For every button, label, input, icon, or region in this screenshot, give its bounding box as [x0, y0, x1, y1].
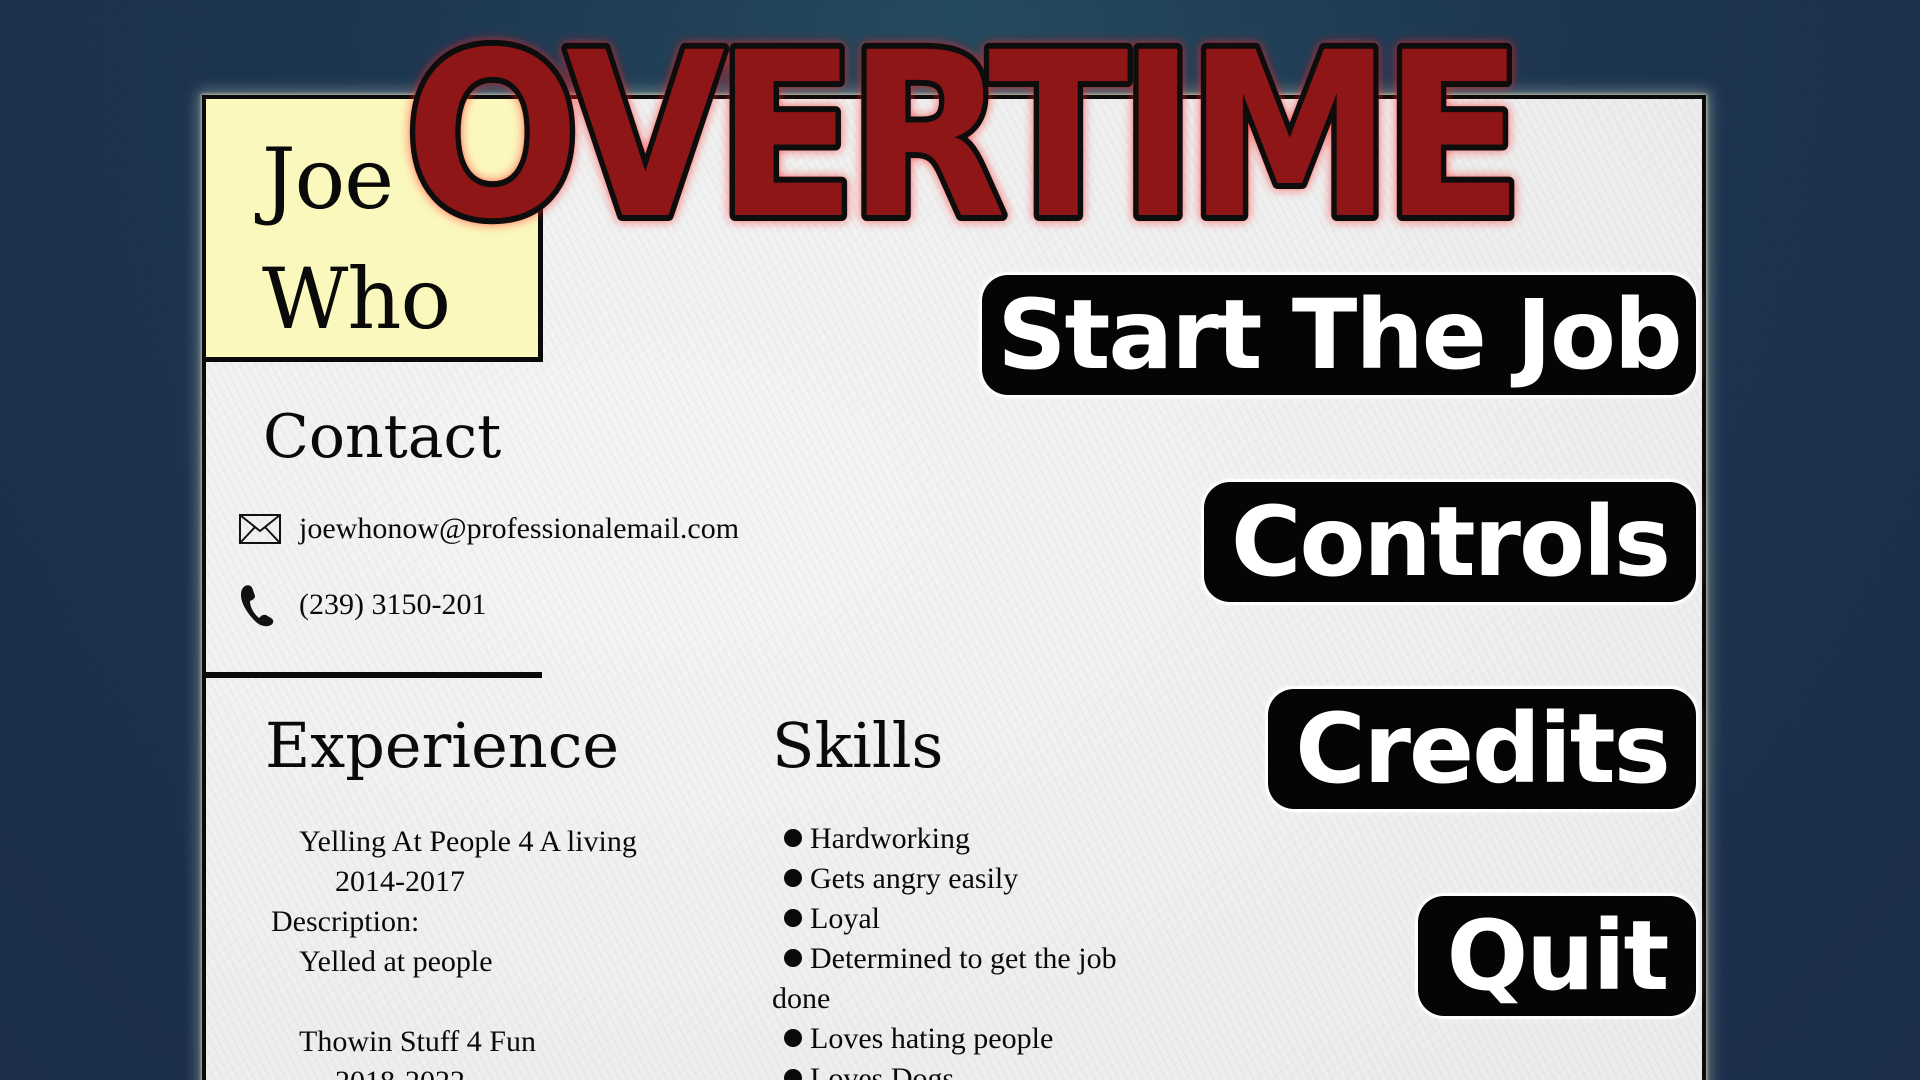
- experience-description-label: Description:: [271, 905, 420, 938]
- controls-button[interactable]: Controls: [1204, 482, 1696, 602]
- email-text: joewhonow@professionalemail.com: [299, 512, 740, 545]
- skill-item: Loves Dogs: [772, 1059, 1132, 1080]
- game-title-logo: OVERTIME: [399, 20, 1528, 240]
- bullet-icon: [784, 869, 802, 887]
- bullet-icon: [784, 909, 802, 927]
- email-row: joewhonow@professionalemail.com: [239, 511, 739, 547]
- experience-description: Yelled at people: [299, 945, 493, 978]
- skills-list: Hardworking Gets angry easily Loyal Dete…: [772, 819, 1132, 1080]
- skill-item: Hardworking: [772, 819, 1132, 859]
- quit-button[interactable]: Quit: [1418, 896, 1696, 1016]
- section-divider: [206, 672, 542, 678]
- experience-title: Yelling At People 4 A living: [299, 825, 637, 858]
- phone-text: (239) 3150-201: [299, 588, 487, 621]
- envelope-icon: [239, 511, 289, 547]
- contact-heading: Contact: [263, 402, 502, 472]
- last-name: Who: [262, 250, 451, 348]
- game-title: OVERTIME: [405, 20, 1515, 240]
- start-the-job-button[interactable]: Start The Job: [982, 275, 1696, 395]
- experience-heading: Experience: [265, 709, 620, 782]
- skills-heading: Skills: [772, 709, 944, 782]
- experience-years: 2014-2017: [335, 865, 465, 898]
- skill-item: Loves hating people: [772, 1019, 1132, 1059]
- experience-title: Thowin Stuff 4 Fun: [299, 1025, 536, 1058]
- bullet-icon: [784, 829, 802, 847]
- skill-item: Loyal: [772, 899, 1132, 939]
- bullet-icon: [784, 1069, 802, 1080]
- bullet-icon: [784, 1029, 802, 1047]
- first-name: Joe: [262, 130, 394, 228]
- skill-item: Determined to get the job done: [772, 942, 1117, 1015]
- experience-years: 2018-2022: [335, 1067, 465, 1080]
- credits-button[interactable]: Credits: [1268, 689, 1696, 809]
- bullet-icon: [784, 949, 802, 967]
- skill-item: Gets angry easily: [772, 859, 1132, 899]
- phone-icon: [239, 585, 289, 627]
- phone-row: (239) 3150-201: [239, 585, 487, 627]
